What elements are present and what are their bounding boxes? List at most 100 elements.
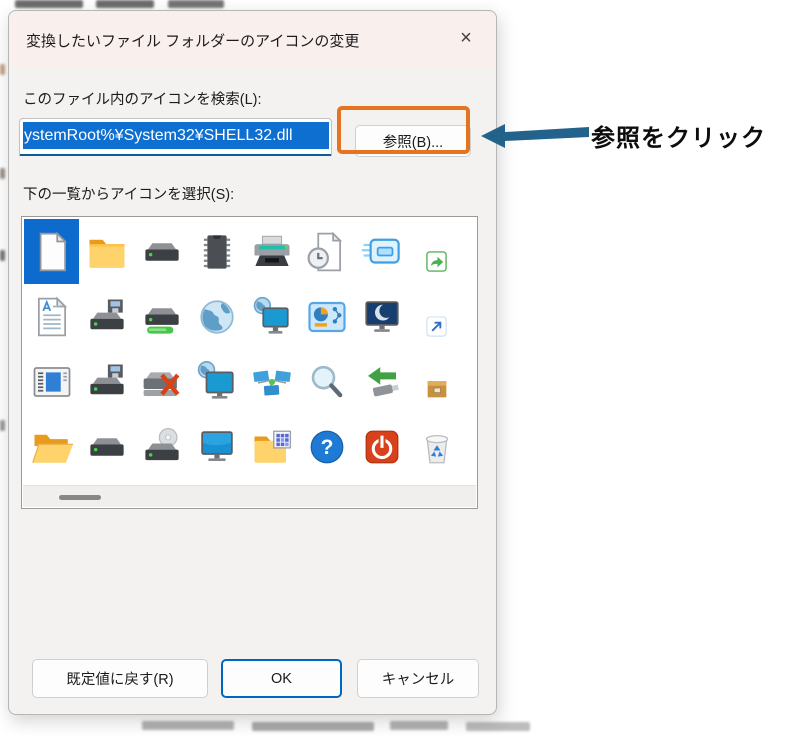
close-icon: × bbox=[460, 26, 472, 49]
drive-loading-icon bbox=[144, 307, 179, 334]
icon-cell-system-panel[interactable] bbox=[299, 284, 354, 349]
icon-cell-folder-open[interactable] bbox=[24, 414, 79, 479]
restore-default-button[interactable]: 既定値に戻す(R) bbox=[32, 659, 208, 698]
icon-cell-drive-error[interactable] bbox=[134, 349, 189, 414]
dialog-title: 変換したいファイル フォルダーのアイコンの変更 bbox=[26, 33, 360, 50]
shortcut-overlay-icon bbox=[426, 316, 447, 337]
icon-cell-folder-programs[interactable] bbox=[244, 414, 299, 479]
icon-row bbox=[24, 284, 464, 349]
icon-row: ? bbox=[24, 414, 464, 479]
background-window-remnant bbox=[142, 721, 234, 730]
icon-cell-monitor-night[interactable] bbox=[354, 284, 409, 349]
icon-cell-usb-transfer[interactable] bbox=[354, 349, 409, 414]
icon-cell-magnifier[interactable] bbox=[299, 349, 354, 414]
icon-cell-text-document[interactable] bbox=[24, 284, 79, 349]
hard-drive-icon bbox=[89, 437, 124, 456]
close-button[interactable]: × bbox=[444, 21, 488, 55]
usb-transfer-icon bbox=[367, 366, 399, 396]
annotation-label: 参照をクリック bbox=[591, 125, 766, 152]
background-window-remnant bbox=[252, 722, 374, 731]
icon-cell-package-box[interactable] bbox=[409, 349, 464, 414]
background-window-remnant bbox=[0, 64, 5, 75]
icon-path-input[interactable]: ystemRoot%¥System32¥SHELL32.dll bbox=[19, 118, 332, 156]
power-icon bbox=[365, 430, 398, 463]
icon-cell-globe[interactable] bbox=[189, 284, 244, 349]
ok-button[interactable]: OK bbox=[221, 659, 342, 698]
background-window-remnant bbox=[15, 0, 83, 8]
magnifier-icon bbox=[311, 365, 342, 397]
icon-cell-window-settings[interactable] bbox=[24, 349, 79, 414]
monitor-icon bbox=[200, 430, 233, 461]
drive-error-icon bbox=[143, 371, 179, 396]
background-window-remnant bbox=[0, 250, 5, 261]
icon-path-selected-text: ystemRoot%¥System32¥SHELL32.dll bbox=[23, 122, 329, 149]
printer-icon bbox=[254, 235, 289, 266]
document-clock-icon bbox=[307, 231, 342, 271]
icon-grid: ? bbox=[24, 219, 464, 479]
monitor-globe-icon bbox=[197, 360, 234, 399]
browse-button[interactable]: 参照(B)... bbox=[355, 125, 471, 157]
search-file-label: このファイル内のアイコンを検索(L): bbox=[23, 92, 262, 108]
text-document-icon bbox=[37, 296, 67, 336]
icon-cell-printer[interactable] bbox=[244, 219, 299, 284]
icon-cell-drive-floppy[interactable] bbox=[79, 284, 134, 349]
window-fast-icon bbox=[361, 238, 400, 264]
cancel-button[interactable]: キャンセル bbox=[357, 659, 479, 698]
change-icon-dialog: 変換したいファイル フォルダーのアイコンの変更 × このファイル内のアイコンを検… bbox=[8, 10, 497, 715]
share-overlay-icon bbox=[426, 251, 447, 272]
monitor-network-icon bbox=[253, 296, 289, 334]
icon-row bbox=[24, 219, 464, 284]
icon-cell-blank-document[interactable] bbox=[24, 219, 79, 284]
hard-drive-icon bbox=[144, 242, 179, 261]
icon-cell-shortcut-overlay[interactable] bbox=[409, 284, 464, 349]
blank-document-icon bbox=[39, 231, 67, 271]
icon-cell-recycle-bin[interactable] bbox=[409, 414, 464, 479]
recycle-bin-icon bbox=[425, 434, 448, 463]
icon-cell-drive-cd[interactable] bbox=[134, 414, 189, 479]
window-settings-icon bbox=[33, 366, 70, 397]
monitor-night-icon bbox=[364, 300, 399, 332]
icon-row bbox=[24, 349, 464, 414]
icon-cell-monitor-network[interactable] bbox=[244, 284, 299, 349]
help-icon: ? bbox=[310, 430, 343, 463]
screen: 変換したいファイル フォルダーのアイコンの変更 × このファイル内のアイコンを検… bbox=[0, 0, 791, 735]
folder-programs-icon bbox=[254, 430, 291, 463]
icon-cell-document-clock[interactable] bbox=[299, 219, 354, 284]
icon-cell-hard-drive[interactable] bbox=[79, 414, 134, 479]
icon-cell-drive-floppy[interactable] bbox=[79, 349, 134, 414]
svg-text:?: ? bbox=[320, 436, 333, 459]
memory-chip-icon bbox=[203, 234, 230, 269]
icon-cell-help[interactable]: ? bbox=[299, 414, 354, 479]
background-window-remnant bbox=[466, 722, 530, 731]
icon-cell-memory-chip[interactable] bbox=[189, 219, 244, 284]
icon-cell-window-fast[interactable] bbox=[354, 219, 409, 284]
background-window-remnant bbox=[0, 420, 5, 431]
folder-icon bbox=[89, 239, 124, 268]
package-box-icon bbox=[427, 381, 446, 398]
globe-icon bbox=[199, 299, 234, 334]
system-panel-icon bbox=[307, 301, 346, 332]
annotation-arrow-icon bbox=[481, 122, 589, 149]
icon-cell-hard-drive[interactable] bbox=[134, 219, 189, 284]
drive-floppy-icon bbox=[89, 364, 124, 394]
icon-list-label: 下の一覧からアイコンを選択(S): bbox=[23, 187, 235, 203]
background-window-remnant bbox=[96, 0, 154, 8]
horizontal-scrollbar[interactable] bbox=[23, 485, 476, 507]
background-window-remnant bbox=[168, 0, 224, 8]
icon-cell-drive-loading[interactable] bbox=[134, 284, 189, 349]
icon-cell-monitor-globe[interactable] bbox=[189, 349, 244, 414]
background-window-remnant bbox=[390, 721, 448, 730]
icon-cell-folder[interactable] bbox=[79, 219, 134, 284]
folder-open-icon bbox=[31, 434, 73, 463]
icon-listbox[interactable]: ? bbox=[21, 216, 478, 509]
drive-floppy-icon bbox=[89, 299, 124, 329]
drive-cd-icon bbox=[144, 427, 179, 460]
background-window-remnant bbox=[0, 168, 5, 179]
network-nodes-icon bbox=[252, 370, 291, 396]
icon-cell-monitor[interactable] bbox=[189, 414, 244, 479]
scrollbar-thumb[interactable] bbox=[59, 495, 101, 500]
icon-cell-power[interactable] bbox=[354, 414, 409, 479]
icon-cell-share-overlay[interactable] bbox=[409, 219, 464, 284]
icon-cell-network-nodes[interactable] bbox=[244, 349, 299, 414]
dialog-titlebar[interactable]: 変換したいファイル フォルダーのアイコンの変更 × bbox=[9, 11, 496, 67]
